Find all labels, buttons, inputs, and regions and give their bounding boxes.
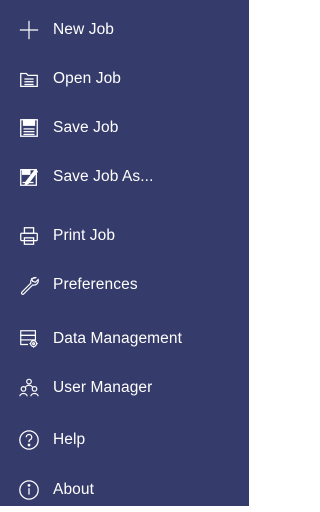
menu-item-about[interactable]: About [0,468,249,512]
menu-item-label: Save Job [53,119,119,136]
menu-item-new-job[interactable]: New Job [0,8,249,52]
menu-item-open-job[interactable]: Open Job [0,57,249,101]
save-as-icon [17,165,41,189]
menu-item-help[interactable]: Help [0,418,249,462]
menu-item-label: User Manager [53,379,153,396]
menu-item-label: Open Job [53,70,122,87]
menu-item-label: Help [53,431,86,448]
plus-icon [17,18,41,42]
menu-item-data-management[interactable]: Data Management [0,317,249,361]
window-edge [249,0,257,506]
info-icon [17,478,41,502]
navigation-menu: New Job Open Job Save Job Save Job As...… [0,0,249,506]
menu-item-label: Data Management [53,330,183,347]
menu-item-label: About [53,481,95,498]
menu-item-label: New Job [53,21,115,38]
menu-item-preferences[interactable]: Preferences [0,263,249,307]
menu-item-print-job[interactable]: Print Job [0,214,249,258]
menu-item-save-job[interactable]: Save Job [0,106,249,150]
menu-item-label: Preferences [53,276,138,293]
folder-open-icon [17,67,41,91]
menu-item-user-manager[interactable]: User Manager [0,366,249,410]
menu-item-label: Save Job As... [53,168,154,185]
data-settings-icon [17,327,41,351]
menu-item-save-job-as[interactable]: Save Job As... [0,155,249,199]
help-icon [17,428,41,452]
users-icon [17,376,41,400]
printer-icon [17,224,41,248]
save-icon [17,116,41,140]
menu-item-label: Print Job [53,227,116,244]
wrench-icon [17,273,41,297]
